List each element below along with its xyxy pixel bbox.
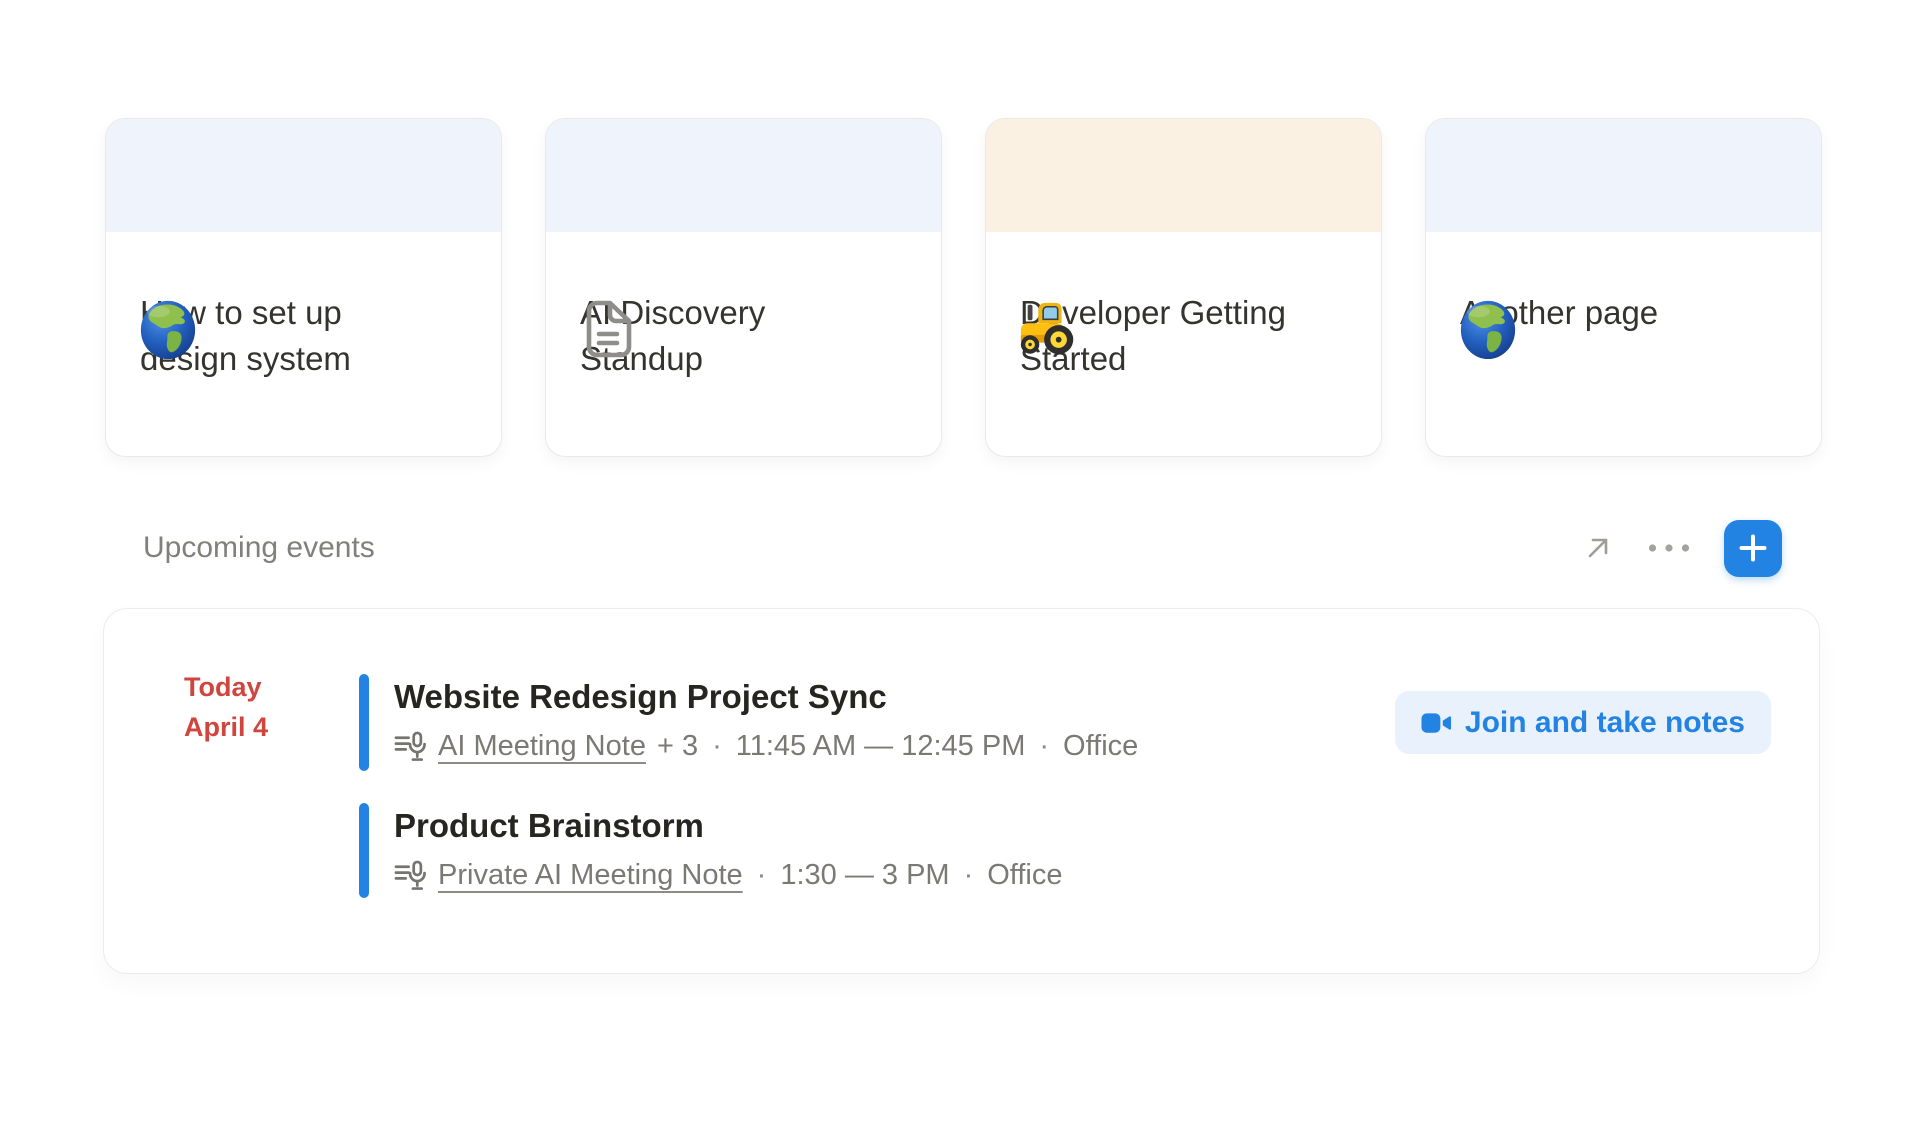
tractor-icon <box>1016 297 1080 361</box>
event-color-bar <box>359 803 369 898</box>
upcoming-events-panel: Today April 4 Website Redesign Project S… <box>103 608 1820 974</box>
date-sublabel: April 4 <box>184 707 268 747</box>
card-cover-band <box>1426 119 1821 232</box>
page-card-developer-getting-started[interactable]: Developer Getting Started <box>985 118 1382 457</box>
event-rows: Website Redesign Project Sync AI Meeting… <box>359 674 1771 898</box>
event-location: Office <box>987 859 1062 892</box>
event-meta: AI Meeting Note + 3 · 11:45 AM — 12:45 P… <box>394 726 1138 766</box>
globe-icon <box>1456 297 1520 361</box>
globe-icon <box>136 297 200 361</box>
add-event-button[interactable] <box>1724 520 1782 577</box>
card-cover-band <box>106 119 501 232</box>
event-location: Office <box>1063 730 1138 763</box>
page-card-ai-discovery[interactable]: AI Discovery Standup <box>545 118 942 457</box>
extra-count: + 3 <box>657 730 698 763</box>
ellipsis-icon[interactable] <box>1647 543 1691 553</box>
card-cover-band <box>546 119 941 232</box>
arrow-up-right-icon[interactable] <box>1582 532 1614 564</box>
event-row-product-brainstorm[interactable]: Product Brainstorm Private AI Meeting No… <box>359 803 1771 898</box>
page-card-another-page[interactable]: Another page <box>1425 118 1822 457</box>
event-time: 11:45 AM — 12:45 PM <box>736 730 1026 763</box>
event-row-website-redesign[interactable]: Website Redesign Project Sync AI Meeting… <box>359 674 1771 771</box>
join-and-take-notes-button[interactable]: Join and take notes <box>1395 691 1771 754</box>
page-card-design-system[interactable]: How to set up design system <box>105 118 502 457</box>
separator-dot: · <box>964 859 974 892</box>
page-cards-row: How to set up design system AI Discovery… <box>105 118 1822 457</box>
event-color-bar <box>359 674 369 771</box>
section-actions <box>1582 520 1822 577</box>
video-camera-icon <box>1421 711 1452 735</box>
event-time: 1:30 — 3 PM <box>780 859 949 892</box>
meeting-note-link[interactable]: Private AI Meeting Note <box>438 859 743 892</box>
plus-icon <box>1738 533 1768 563</box>
upcoming-events-header: Upcoming events <box>105 517 1822 579</box>
separator-dot: · <box>1039 730 1049 763</box>
date-label: Today <box>184 667 268 707</box>
event-title: Website Redesign Project Sync <box>394 676 1138 718</box>
transcript-icon <box>394 731 427 762</box>
section-title: Upcoming events <box>143 531 375 565</box>
event-title: Product Brainstorm <box>394 805 1062 847</box>
separator-dot: · <box>712 730 722 763</box>
event-meta: Private AI Meeting Note · 1:30 — 3 PM · … <box>394 855 1062 895</box>
separator-dot: · <box>757 859 767 892</box>
transcript-icon <box>394 860 427 891</box>
join-button-label: Join and take notes <box>1465 706 1745 740</box>
card-cover-band <box>986 119 1381 232</box>
event-date: Today April 4 <box>184 667 268 747</box>
document-icon <box>576 297 640 361</box>
meeting-note-link[interactable]: AI Meeting Note <box>438 730 646 763</box>
